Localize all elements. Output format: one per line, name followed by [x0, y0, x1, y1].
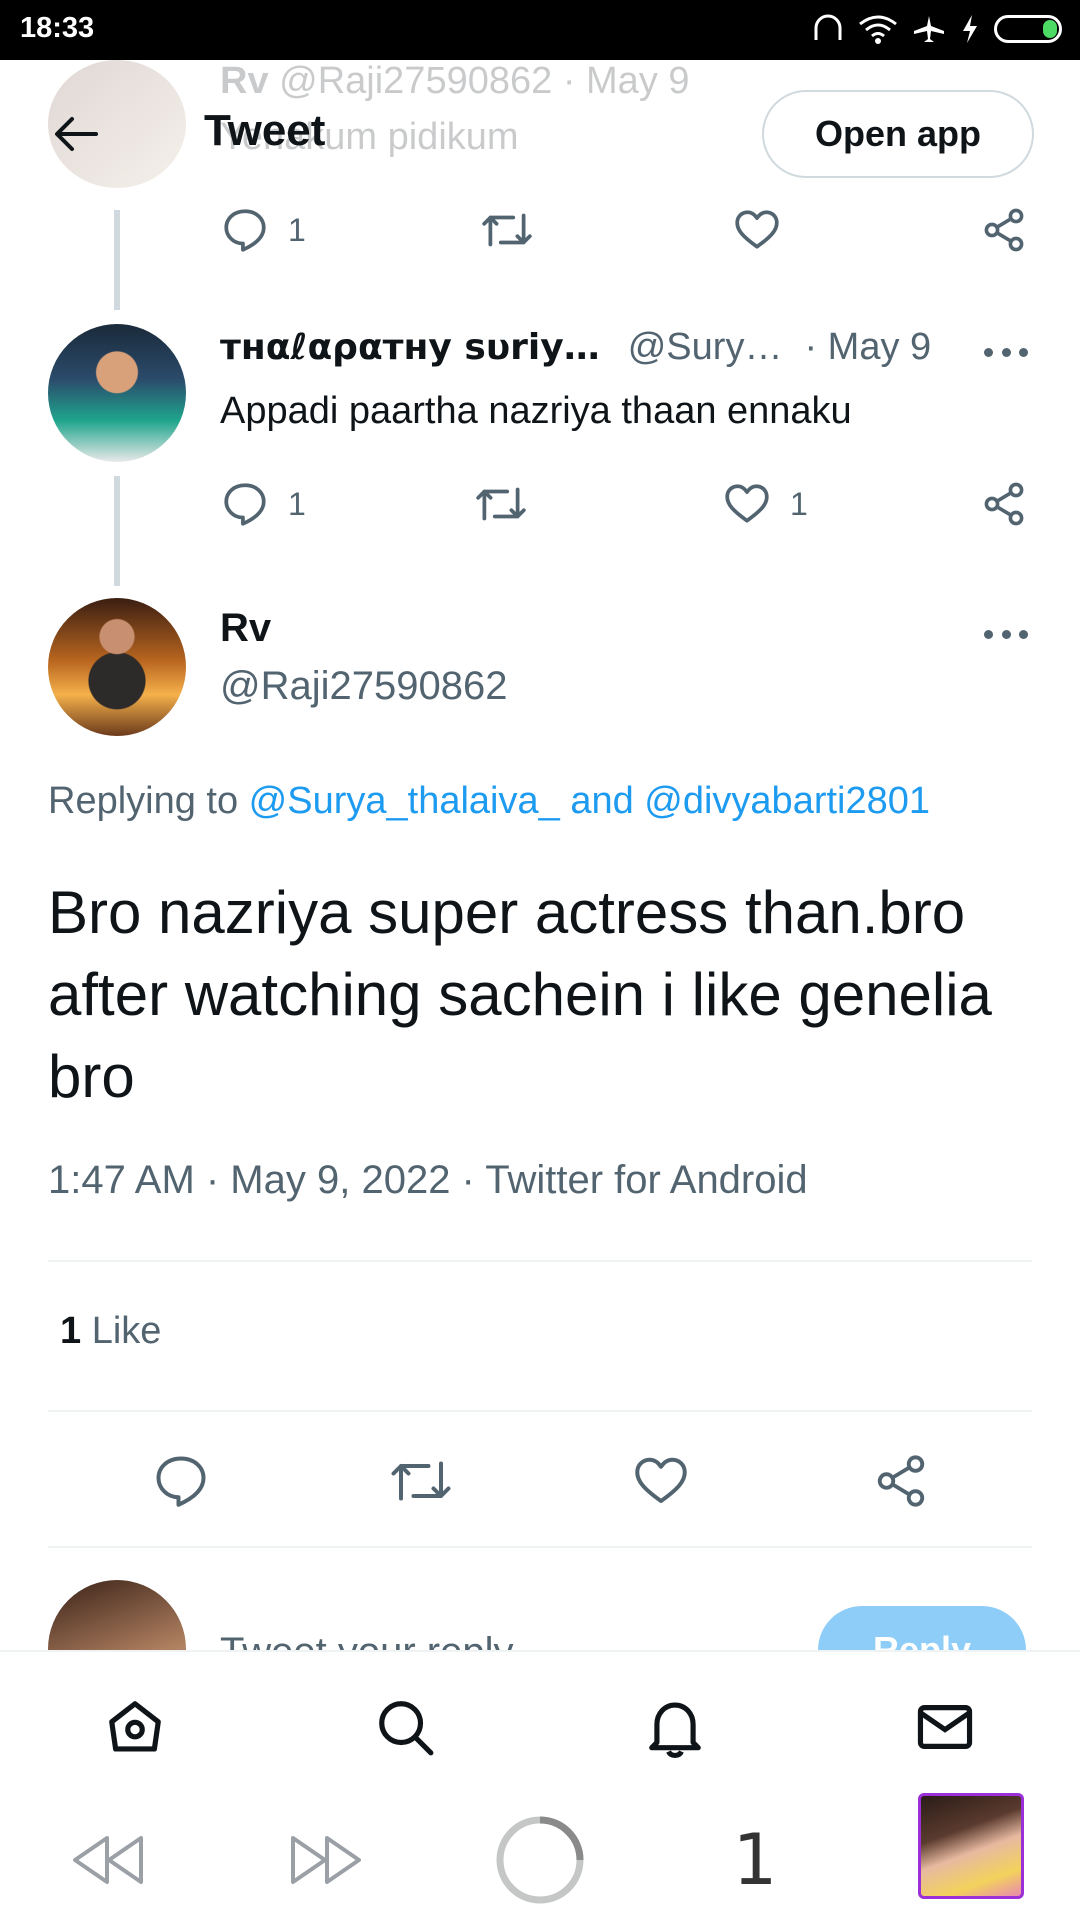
tab-search[interactable] [370, 1692, 440, 1762]
reply-tweet-handle[interactable]: @Sury… [628, 326, 783, 369]
divider [48, 1260, 1032, 1262]
likes-count: 1 [60, 1310, 82, 1352]
thread-line [114, 476, 120, 586]
share-icon [984, 208, 1024, 252]
messages-icon [917, 1705, 973, 1749]
bottom-tab-bar [0, 1650, 1080, 1800]
reply-icon [224, 483, 266, 526]
tab-notifications[interactable] [640, 1692, 710, 1762]
divider [48, 1546, 1032, 1548]
likes-label: Like [81, 1310, 162, 1352]
more-options-button[interactable] [984, 624, 1028, 644]
replying-to: Replying to @Surya_thalaiva_ and @divyab… [48, 780, 930, 823]
status-icons [812, 14, 1062, 44]
share-button[interactable] [866, 1446, 936, 1516]
tab-messages[interactable] [910, 1692, 980, 1762]
replying-prefix: Replying to [48, 780, 249, 822]
tweet-actions: 1 [220, 200, 1040, 260]
browser-nav-bar: 1 [0, 1793, 1080, 1920]
avatar[interactable] [48, 324, 186, 462]
reply-count: 1 [288, 485, 306, 522]
rewind-icon [73, 1836, 143, 1884]
browser-forward-button[interactable] [286, 1820, 366, 1900]
open-app-button[interactable]: Open app [762, 90, 1034, 178]
status-time: 18:33 [20, 12, 95, 44]
headphones-icon [814, 14, 842, 40]
loading-ring-icon [496, 1816, 584, 1904]
reply-tweet-text: Appadi paartha nazriya thaan ennaku [220, 390, 852, 432]
retweet-icon [476, 487, 526, 521]
heart-icon [635, 1457, 687, 1503]
back-button[interactable] [46, 104, 106, 164]
like-action[interactable]: 1 [722, 474, 808, 534]
divider [48, 1410, 1032, 1412]
reply-icon [156, 1456, 206, 1507]
page-title: Tweet [204, 106, 326, 155]
home-icon [109, 1701, 161, 1752]
reply-submit-button[interactable]: Reply [818, 1606, 1026, 1650]
battery-icon [994, 15, 1062, 43]
tab-home[interactable] [100, 1692, 170, 1762]
tab-count-button[interactable]: 1 [720, 1819, 790, 1901]
reply-tweet-date: · May 9 [804, 326, 932, 368]
thread-line [114, 210, 120, 310]
avatar[interactable] [48, 598, 186, 736]
reply-input[interactable]: Tweet your reply [220, 1630, 513, 1650]
heart-icon [725, 484, 769, 523]
back-arrow-icon [55, 117, 98, 151]
replying-users-link[interactable]: @Surya_thalaiva_ and @divyabarti2801 [249, 780, 930, 822]
status-bar: 18:33 [0, 0, 1080, 60]
retweet-icon [391, 1461, 451, 1501]
more-options-button[interactable] [984, 342, 1028, 362]
share-action[interactable] [980, 474, 1028, 534]
main-tweet-name[interactable]: Rv [220, 606, 271, 651]
share-icon [877, 1455, 925, 1507]
search-icon [379, 1701, 434, 1756]
browser-home-button[interactable] [494, 1816, 586, 1904]
retweet-icon [482, 213, 532, 247]
wifi-icon [859, 15, 897, 44]
notifications-icon [649, 1702, 701, 1758]
retweet-action[interactable] [480, 200, 534, 260]
reply-tweet-header: тнαℓαραтнy ѕυriy… @Sury… · May 9 [220, 326, 931, 369]
top-header: Tweet Open app [0, 60, 1080, 210]
reply-composer: Tweet your reply Reply [0, 1570, 1080, 1650]
retweet-action[interactable] [474, 474, 528, 534]
airplane-icon [914, 16, 944, 42]
reply-tweet-name[interactable]: тнαℓαραтнy ѕυriy… [220, 327, 600, 368]
avatar [48, 1580, 186, 1650]
tweet-actions: 1 1 [220, 474, 1040, 534]
like-count: 1 [790, 485, 808, 522]
like-button[interactable] [626, 1446, 696, 1516]
main-tweet-text: Bro nazriya super actress than.bro after… [48, 879, 992, 1110]
fast-forward-icon [291, 1836, 361, 1884]
tweet-meta: 1:47 AM · May 9, 2022 · Twitter for Andr… [48, 1158, 808, 1202]
profile-thumbnail[interactable] [918, 1793, 1024, 1899]
like-action[interactable] [732, 200, 782, 260]
heart-icon [735, 210, 779, 249]
share-action[interactable] [980, 200, 1028, 260]
reply-count: 1 [288, 211, 306, 248]
main-tweet-handle[interactable]: @Raji27590862 [220, 664, 507, 709]
browser-back-button[interactable] [68, 1820, 148, 1900]
profile-image [918, 1793, 1024, 1899]
reply-action[interactable]: 1 [220, 474, 306, 534]
retweet-button[interactable] [386, 1446, 456, 1516]
charging-icon [963, 15, 977, 43]
reply-button[interactable] [146, 1446, 216, 1516]
main-tweet-actions [0, 1446, 1080, 1516]
likes-stat[interactable]: 1 Like [60, 1310, 161, 1353]
reply-action[interactable]: 1 [220, 200, 306, 260]
reply-icon [224, 209, 266, 252]
share-icon [984, 482, 1024, 526]
